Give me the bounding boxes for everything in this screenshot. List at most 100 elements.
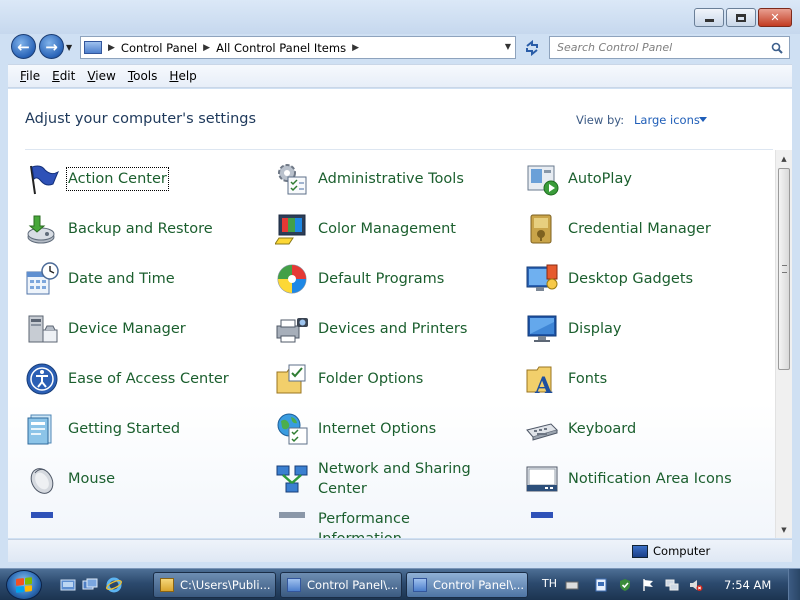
control-panel-item-notification-area-icons[interactable]: Notification Area Icons: [525, 459, 743, 499]
scroll-thumb[interactable]: [778, 168, 790, 370]
menu-label: ools: [133, 69, 158, 83]
minimize-icon: [704, 19, 714, 22]
control-panel-item-partial[interactable]: [25, 509, 243, 538]
notification-area-icon: [525, 462, 559, 496]
view-by-dropdown[interactable]: Large icons: [634, 113, 700, 127]
caption-buttons: ✕: [692, 8, 792, 27]
control-panel-item-partial[interactable]: [525, 509, 743, 538]
control-panel-item-administrative-tools[interactable]: Administrative Tools: [275, 159, 493, 199]
refresh-icon: [526, 39, 538, 56]
scroll-down-button[interactable]: ▼: [776, 521, 792, 538]
address-bar[interactable]: ▶ Control Panel ▶ All Control Panel Item…: [80, 36, 516, 59]
taskbar-button-control-panel-1[interactable]: Control Panel\...: [280, 572, 402, 598]
color-management-icon: [274, 212, 309, 246]
control-panel-item-label: Color Management: [318, 220, 456, 237]
chevron-right-icon[interactable]: ▶: [108, 43, 115, 53]
control-panel-item-credential-manager[interactable]: Credential Manager: [525, 209, 743, 249]
scroll-up-button[interactable]: ▲: [776, 150, 792, 167]
control-panel-item-label: Notification Area Icons: [568, 470, 732, 487]
control-panel-item-label: Administrative Tools: [318, 170, 464, 187]
fonts-icon: A: [525, 362, 559, 399]
mouse-icon: [25, 462, 59, 496]
search-input[interactable]: [557, 41, 762, 54]
search-box[interactable]: [549, 36, 790, 59]
recent-pages-dropdown[interactable]: ▼: [66, 43, 72, 52]
control-panel-icon: [287, 578, 301, 592]
security-shield-icon[interactable]: [618, 578, 632, 592]
control-panel-item-autoplay[interactable]: AutoPlay: [525, 159, 743, 199]
control-panel-item-desktop-gadgets[interactable]: Desktop Gadgets: [525, 259, 743, 299]
arrow-left-icon: ←: [17, 37, 30, 56]
control-panel-item-display[interactable]: Display: [525, 309, 743, 349]
address-history-dropdown[interactable]: ▼: [505, 42, 511, 51]
language-indicator[interactable]: TH: [542, 577, 557, 590]
control-panel-item-ease-of-access-center[interactable]: Ease of Access Center: [25, 359, 243, 399]
menu-accelerator: E: [52, 69, 60, 83]
vertical-scrollbar[interactable]: ▲ ▼: [775, 150, 792, 538]
menu-view[interactable]: View: [81, 69, 121, 83]
switch-windows-icon[interactable]: [82, 577, 98, 593]
menu-label: dit: [59, 69, 76, 83]
control-panel-item-performance-information[interactable]: Performance Information: [275, 509, 493, 538]
control-panel-item-default-programs[interactable]: Default Programs: [275, 259, 493, 299]
refresh-button[interactable]: [519, 36, 545, 59]
close-button[interactable]: ✕: [758, 8, 792, 27]
getting-started-icon: [25, 412, 59, 446]
taskbar-button-control-panel-2[interactable]: Control Panel\...: [406, 572, 528, 598]
document-tray-icon[interactable]: [594, 578, 608, 592]
control-panel-item-internet-options[interactable]: Internet Options: [275, 409, 493, 449]
divider: [25, 149, 773, 150]
control-panel-item-backup-and-restore[interactable]: Backup and Restore: [25, 209, 243, 249]
control-panel-item-label: Performance Information: [318, 510, 410, 538]
search-icon[interactable]: [771, 42, 783, 54]
title-bar[interactable]: ✕: [0, 0, 800, 34]
ease-of-access-icon: [25, 362, 59, 396]
minimize-button[interactable]: [694, 8, 724, 27]
control-panel-item-date-and-time[interactable]: Date and Time: [25, 259, 243, 299]
show-desktop-quicklaunch-icon[interactable]: [60, 577, 76, 593]
menu-help[interactable]: Help: [163, 69, 202, 83]
breadcrumb-all-items[interactable]: All Control Panel Items: [216, 41, 346, 55]
chevron-right-icon[interactable]: ▶: [203, 43, 210, 53]
control-panel-item-label: Date and Time: [68, 270, 175, 287]
keyboard-layout-icon[interactable]: [565, 578, 579, 592]
system-clock[interactable]: 7:54 AM: [724, 578, 771, 592]
back-button[interactable]: ←: [11, 34, 36, 59]
control-panel-item-fonts[interactable]: A Fonts: [525, 359, 743, 399]
keyboard-icon: [525, 412, 559, 446]
control-panel-item-label: Ease of Access Center: [68, 370, 229, 387]
volume-muted-icon[interactable]: [689, 578, 703, 592]
show-desktop-button[interactable]: [788, 569, 800, 600]
control-panel-item-label: Credential Manager: [568, 220, 711, 237]
taskbar-button-explorer[interactable]: C:\Users\Publi...: [153, 572, 276, 598]
control-panel-item-network-and-sharing-center[interactable]: Network and Sharing Center: [275, 459, 493, 499]
menu-label: ile: [26, 69, 41, 83]
control-panel-item-action-center[interactable]: Action Center: [25, 159, 169, 199]
control-panel-item-device-manager[interactable]: Device Manager: [25, 309, 243, 349]
control-panel-icon: [84, 41, 102, 54]
action-center-flag-tray-icon[interactable]: [641, 578, 655, 592]
partial-item-icon: [25, 512, 59, 538]
network-icon[interactable]: [665, 578, 679, 592]
breadcrumb-control-panel[interactable]: Control Panel: [121, 41, 197, 55]
menu-tools[interactable]: Tools: [122, 69, 164, 83]
control-panel-item-label: Fonts: [568, 370, 608, 387]
start-button[interactable]: [6, 570, 42, 600]
menu-file[interactable]: File: [14, 69, 46, 83]
control-panel-item-devices-and-printers[interactable]: Devices and Printers: [275, 309, 493, 349]
maximize-button[interactable]: [726, 8, 756, 27]
control-panel-item-color-management[interactable]: Color Management: [274, 209, 493, 249]
maximize-icon: [736, 13, 746, 22]
internet-explorer-icon[interactable]: [106, 577, 122, 593]
control-panel-item-keyboard[interactable]: Keyboard: [525, 409, 743, 449]
control-panel-item-mouse[interactable]: Mouse: [25, 459, 243, 499]
chevron-down-icon[interactable]: [699, 117, 707, 122]
chevron-right-icon[interactable]: ▶: [352, 43, 359, 53]
control-panel-item-folder-options[interactable]: Folder Options: [275, 359, 493, 399]
menu-edit[interactable]: Edit: [46, 69, 81, 83]
control-panel-item-getting-started[interactable]: Getting Started: [25, 409, 243, 449]
taskbar-button-label: C:\Users\Publi...: [180, 578, 271, 592]
navigation-bar: ← → ▼ ▶ Control Panel ▶ All Control Pane…: [0, 32, 800, 62]
menu-label: elp: [178, 69, 197, 83]
forward-button[interactable]: →: [39, 34, 64, 59]
